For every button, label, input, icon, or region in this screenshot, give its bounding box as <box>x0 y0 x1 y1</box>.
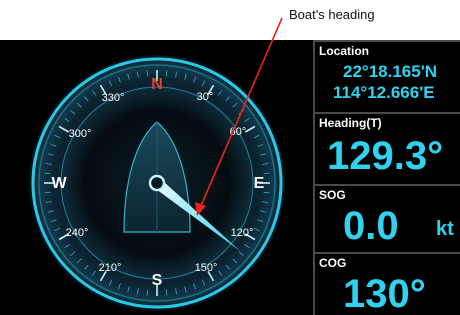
chartplotter-screen: N S E W 30° 60° 120° 150° 210° 240° 300°… <box>0 40 460 315</box>
compass-label-240: 240° <box>66 227 89 239</box>
compass-tick <box>146 70 149 77</box>
sog-value: 0.0 <box>343 204 399 248</box>
cog-label: COG <box>319 256 347 270</box>
heading-value: 129.3° <box>327 134 444 178</box>
heading-label: Heading(T) <box>319 116 382 130</box>
compass-label-330: 330° <box>102 92 125 104</box>
compass-label-150: 150° <box>195 262 218 274</box>
compass-rose: N S E W 30° 60° 120° 150° 210° 240° 300°… <box>29 55 285 311</box>
compass-tick <box>263 191 270 194</box>
sog-unit: kt <box>436 218 454 240</box>
heading-panel: Heading(T) 129.3° <box>313 112 460 184</box>
compass-label-w: W <box>51 175 67 192</box>
compass-label-120: 120° <box>231 227 254 239</box>
annotation-label: Boat's heading <box>289 7 375 22</box>
location-panel: Location 22°18.165'N 114°12.666'E <box>313 40 460 112</box>
compass-label-s: S <box>152 272 163 289</box>
annotation-area: Boat's heading <box>0 0 460 40</box>
compass-label-210: 210° <box>99 262 122 274</box>
compass-label-30: 30° <box>197 91 214 103</box>
compass-tick <box>146 289 149 296</box>
location-latitude: 22°18.165'N <box>343 62 438 81</box>
compass-tick <box>44 191 51 194</box>
compass-tick <box>165 70 168 77</box>
sog-label: SOG <box>319 188 346 202</box>
cog-value: 130° <box>343 272 426 315</box>
sog-panel: SOG 0.0 kt <box>313 184 460 252</box>
compass-label-e: E <box>254 175 265 192</box>
compass-tick <box>263 172 270 175</box>
compass-label-n: N <box>151 76 163 93</box>
location-longitude: 114°12.666'E <box>333 83 435 102</box>
compass-tick <box>165 289 168 296</box>
compass-tick <box>44 172 51 175</box>
cog-panel: COG 130° <box>313 252 460 315</box>
compass-label-300: 300° <box>69 128 92 140</box>
location-label: Location <box>319 44 369 58</box>
compass-label-60: 60° <box>230 126 247 138</box>
